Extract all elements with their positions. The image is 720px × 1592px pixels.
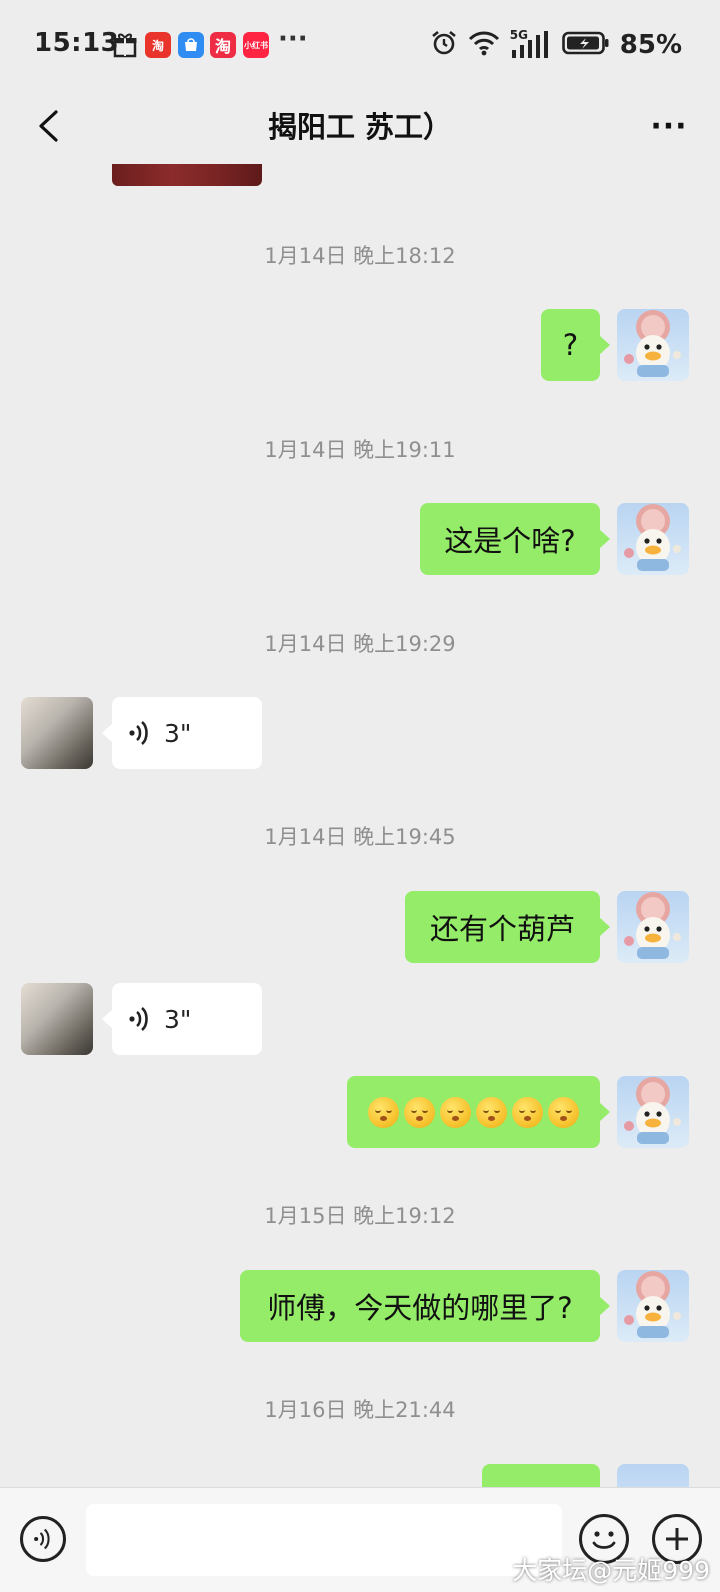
taobao-special-icon: 淘: [145, 32, 171, 58]
outgoing-message[interactable]: 还有个葫芦: [405, 891, 610, 963]
image-message-partial[interactable]: [112, 164, 262, 186]
self-avatar[interactable]: [617, 1076, 689, 1148]
message-text: 还有个葫芦: [429, 912, 575, 946]
contact-avatar[interactable]: [21, 697, 93, 769]
incoming-voice-message[interactable]: 3": [102, 983, 262, 1055]
honor-store-icon: [178, 32, 204, 58]
voice-wave-icon: [34, 1528, 50, 1550]
duck-avatar-icon: [624, 1271, 681, 1338]
voice-input-toggle[interactable]: [20, 1516, 66, 1562]
duck-avatar-icon: [624, 310, 681, 377]
signal-icon: 5G: [510, 28, 552, 60]
message-timestamp: 1月14日 晚上19:29: [264, 632, 456, 656]
outgoing-message[interactable]: 这是个啥?: [420, 503, 610, 575]
duck-avatar-icon: [624, 504, 681, 571]
chat-title: 揭阳工 苏工）: [267, 110, 453, 144]
self-avatar[interactable]: [617, 1270, 689, 1342]
voice-wave-icon: [129, 721, 148, 745]
plus-icon: [666, 1528, 688, 1550]
kissing-face-icon: [404, 1096, 435, 1128]
voice-duration: 3": [164, 718, 192, 748]
outgoing-emoji-message[interactable]: [347, 1076, 610, 1148]
battery-icon: [561, 30, 610, 60]
message-input[interactable]: [86, 1504, 562, 1576]
self-avatar[interactable]: [617, 503, 689, 575]
self-avatar[interactable]: [617, 891, 689, 963]
outgoing-message-partial[interactable]: [482, 1464, 600, 1487]
self-avatar[interactable]: [617, 309, 689, 381]
incoming-voice-message[interactable]: 3": [102, 697, 262, 769]
wifi-icon: [468, 30, 500, 60]
duck-avatar-icon: [624, 892, 681, 959]
message-list[interactable]: 1月14日 晚上18:12 ? 1月14日 晚上19:11 这是个啥? 1月14…: [0, 164, 720, 1487]
contact-avatar[interactable]: [21, 983, 93, 1055]
outgoing-message[interactable]: ?: [541, 309, 610, 381]
alarm-icon: [430, 29, 458, 61]
message-text: 这是个啥?: [444, 524, 576, 558]
more-options-button[interactable]: ···: [642, 102, 696, 150]
duck-avatar-icon: [624, 1077, 681, 1144]
message-timestamp: 1月15日 晚上19:12: [264, 1204, 456, 1228]
message-timestamp: 1月14日 晚上18:12: [264, 244, 456, 268]
battery-percent: 85%: [619, 30, 682, 60]
message-timestamp: 1月14日 晚上19:45: [264, 825, 456, 849]
message-text: ?: [562, 328, 579, 362]
more-notifications-icon: ···: [278, 24, 308, 54]
chat-header: 揭阳工 苏工） ···: [0, 92, 720, 164]
xiaohongshu-icon: 小红书: [243, 32, 269, 58]
self-avatar[interactable]: [617, 1464, 689, 1487]
gift-icon: [112, 32, 138, 58]
message-timestamp: 1月16日 晚上21:44: [264, 1398, 456, 1422]
voice-wave-icon: [129, 1007, 148, 1031]
status-indicators: 5G 85%: [430, 28, 682, 62]
kissing-face-icon: [548, 1096, 579, 1128]
status-time: 15:13: [34, 28, 120, 58]
message-text: 师傅，今天做的哪里了?: [267, 1291, 573, 1325]
message-timestamp: 1月14日 晚上19:11: [264, 438, 456, 462]
watermark: 大家坛@元姬999: [512, 1556, 710, 1585]
kissing-face-icon: [368, 1096, 399, 1128]
status-bar: 15:13 淘 淘 小红书 ··· 5G 85%: [0, 0, 720, 92]
kissing-face-icon: [512, 1096, 543, 1128]
kissing-face-icon: [440, 1096, 471, 1128]
kissing-face-icon: [476, 1096, 507, 1128]
voice-duration: 3": [164, 1004, 192, 1034]
outgoing-message[interactable]: 师傅，今天做的哪里了?: [240, 1270, 610, 1342]
taobao-icon: 淘: [210, 32, 236, 58]
